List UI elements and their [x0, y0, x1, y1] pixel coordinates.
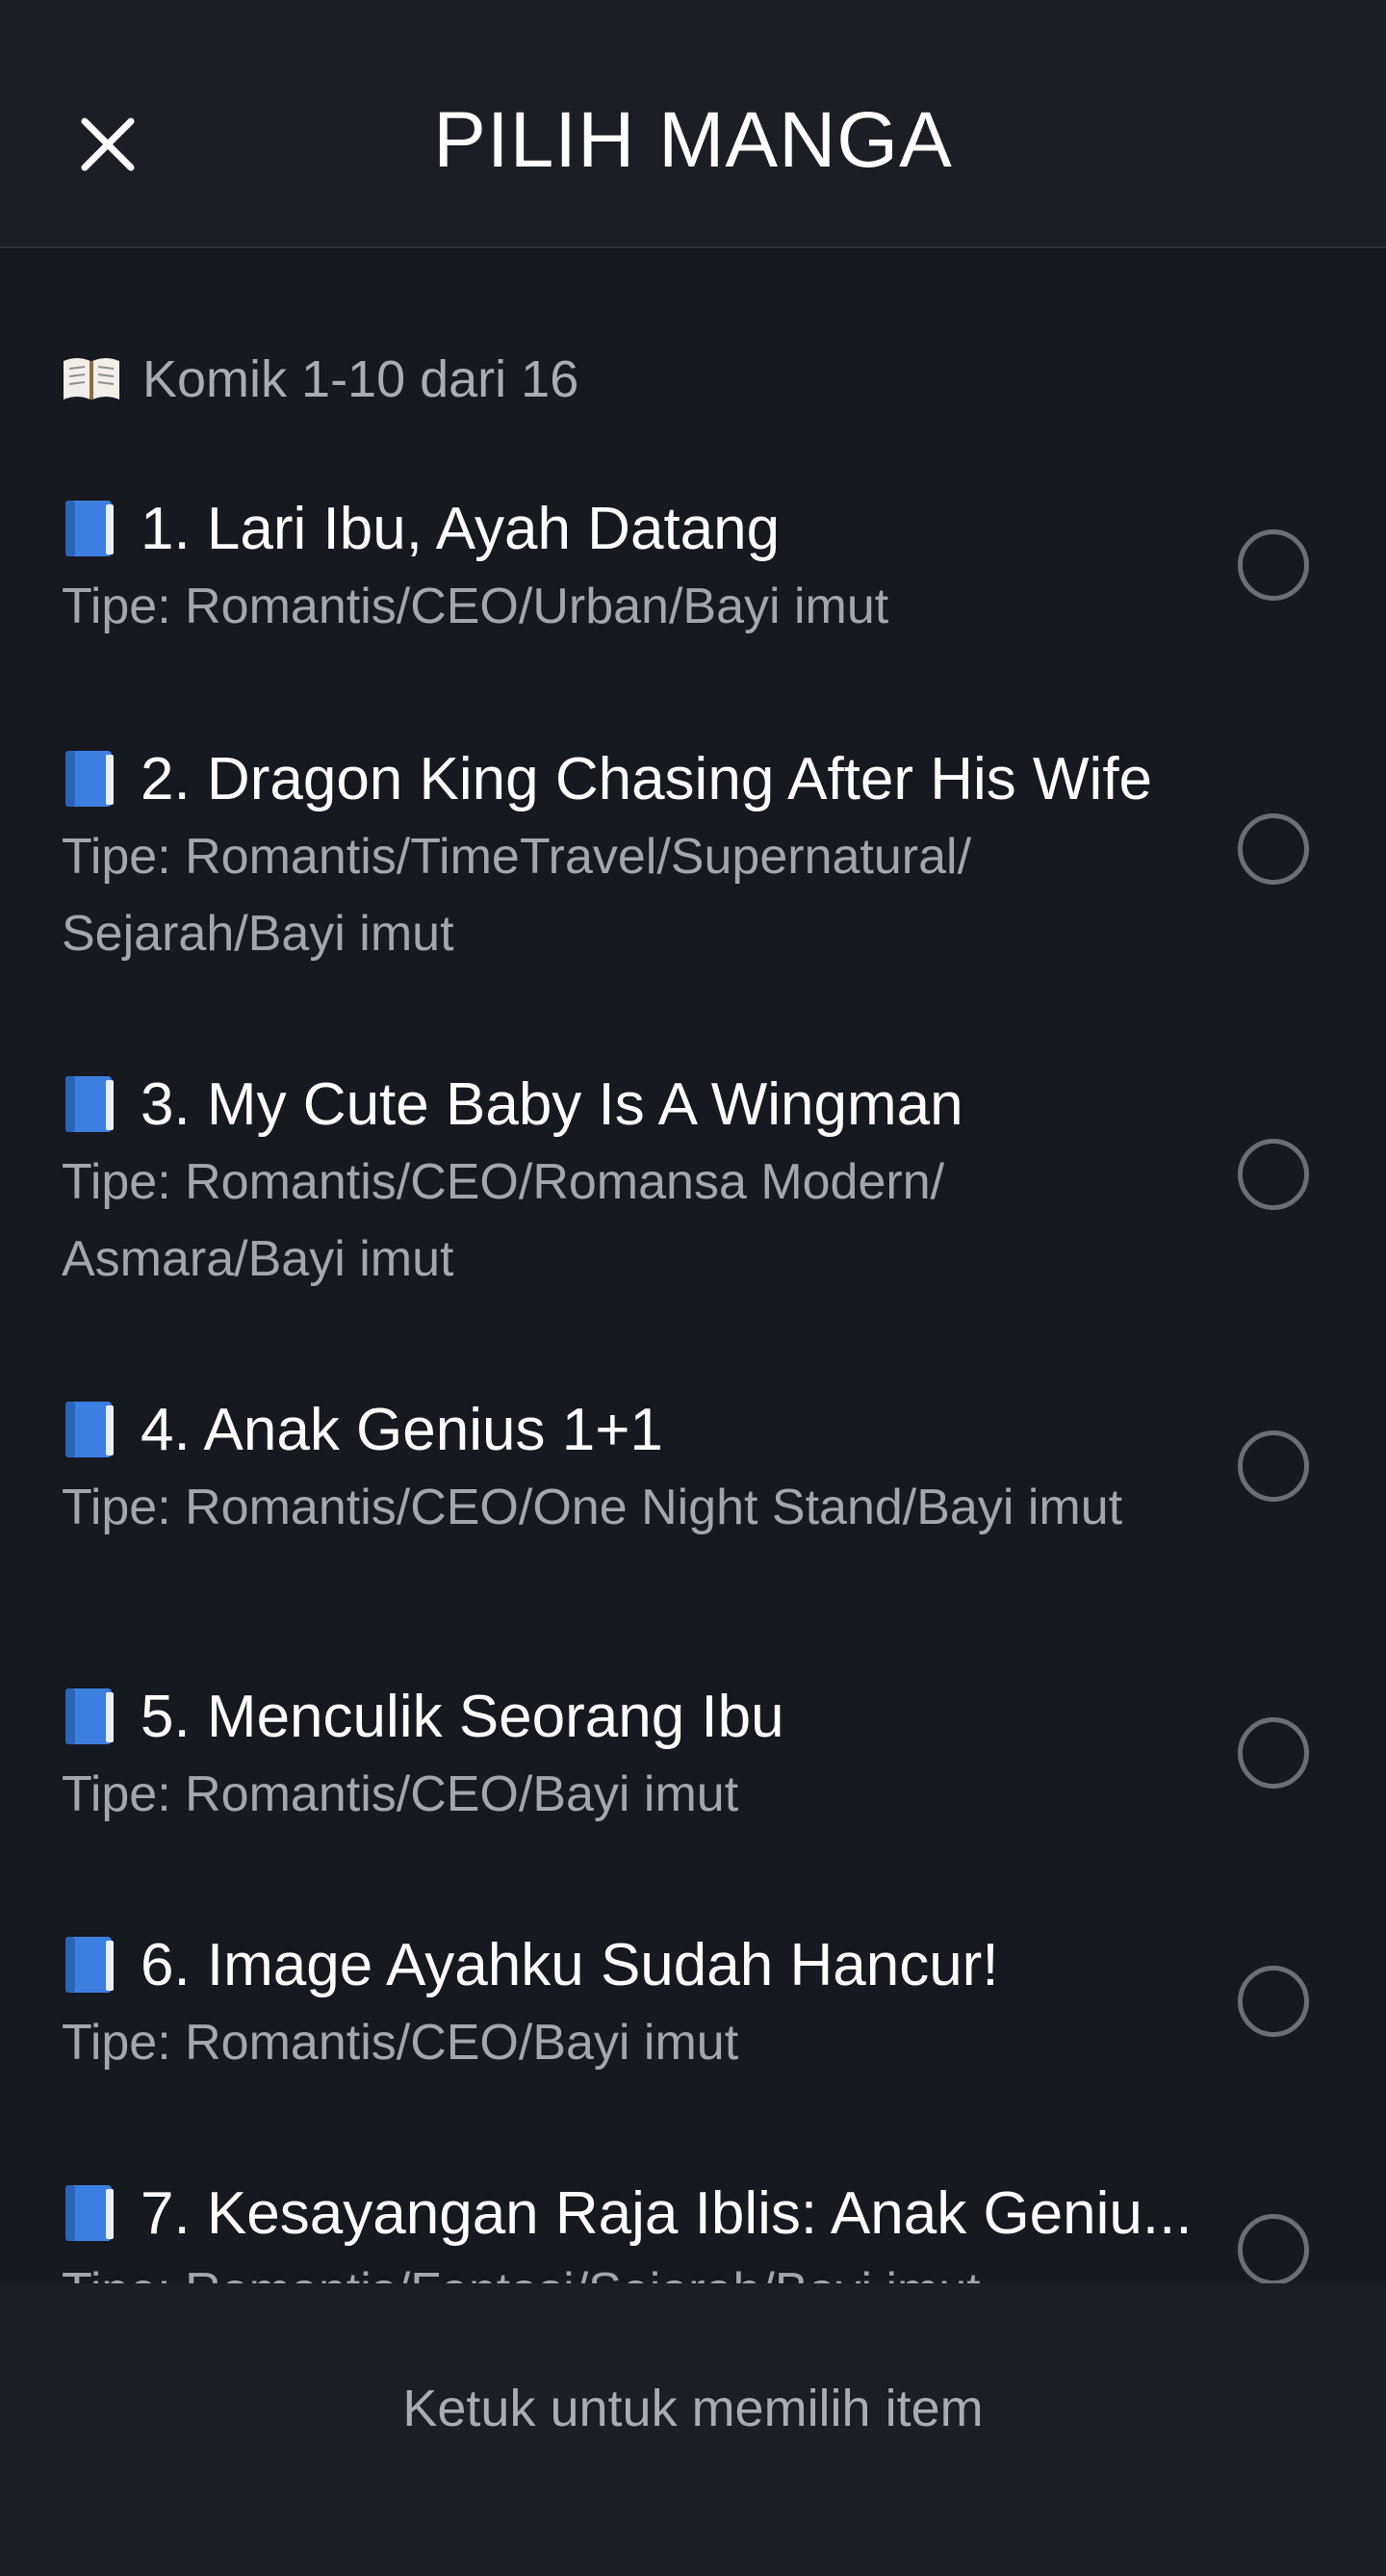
select-radio-button[interactable]: [1238, 2214, 1309, 2283]
item-genre: Tipe: Romantis/CEO/Urban/Bayi imut: [62, 579, 889, 634]
item-title: 5. Menculik Seorang Ibu: [141, 1684, 784, 1750]
list-count-text: Komik 1-10 dari 16: [142, 350, 579, 408]
item-title: 1. Lari Ibu, Ayah Datang: [141, 496, 781, 562]
page-title: PILIH MANGA: [433, 96, 953, 184]
blue-book-icon: [65, 751, 114, 807]
item-genre: Tipe: Romantis/CEO/Bayi imut: [62, 1766, 739, 1822]
select-radio-button[interactable]: [1238, 1139, 1309, 1210]
list-item[interactable]: 6. Image Ayahku Sudah Hancur! Tipe: Roman…: [0, 1927, 1386, 2081]
item-title: 4. Anak Genius 1+1: [141, 1397, 663, 1463]
blue-book-icon: [65, 1402, 114, 1457]
select-radio-button[interactable]: [1238, 1966, 1309, 2037]
list-item[interactable]: 7. Kesayangan Raja Iblis: Anak Geniu... T…: [0, 2176, 1386, 2283]
select-radio-button[interactable]: [1238, 813, 1309, 885]
item-title-row: 5. Menculik Seorang Ibu: [62, 1679, 1194, 1756]
item-title: 3. My Cute Baby Is A Wingman: [141, 1071, 963, 1138]
blue-book-icon: [65, 1076, 114, 1132]
item-title-row: 4. Anak Genius 1+1: [62, 1392, 1194, 1469]
select-radio-button[interactable]: [1238, 529, 1309, 601]
select-radio-button[interactable]: [1238, 1717, 1309, 1789]
item-genre: Tipe: Romantis/CEO/Romansa Modern/ Asmar…: [62, 1154, 945, 1287]
list-count-header: Komik 1-10 dari 16: [62, 345, 578, 414]
list-item[interactable]: 3. My Cute Baby Is A Wingman Tipe: Romant…: [0, 1067, 1386, 1288]
item-title-row: 3. My Cute Baby Is A Wingman: [62, 1067, 1194, 1144]
list-item[interactable]: 4. Anak Genius 1+1 Tipe: Romantis/CEO/One…: [0, 1392, 1386, 1546]
blue-book-icon: [65, 501, 114, 556]
select-radio-button[interactable]: [1238, 1430, 1309, 1502]
bottom-bar: Ketuk untuk memilih item: [0, 2283, 1386, 2576]
manga-list[interactable]: 1. Lari Ibu, Ayah Datang Tipe: Romantis/C…: [0, 452, 1386, 2283]
item-title-row: 6. Image Ayahku Sudah Hancur!: [62, 1927, 1194, 2004]
item-genre: Tipe: Romantis/CEO/One Night Stand/Bayi …: [62, 1480, 1123, 1535]
item-genre: Tipe: Romantis/Fantasi/Sejarah/Bayi imut: [62, 2253, 1194, 2283]
item-title: 6. Image Ayahku Sudah Hancur!: [141, 1932, 999, 1998]
item-genre: Tipe: Romantis/TimeTravel/Supernatural/ …: [62, 829, 972, 962]
item-genre: Tipe: Romantis/CEO/Bayi imut: [62, 2015, 739, 2071]
list-item[interactable]: 1. Lari Ibu, Ayah Datang Tipe: Romantis/C…: [0, 491, 1386, 645]
open-book-icon: [64, 358, 119, 399]
item-title-row: 2. Dragon King Chasing After His Wife: [62, 741, 1194, 818]
item-title-row: 7. Kesayangan Raja Iblis: Anak Geniu...: [62, 2176, 1194, 2253]
item-title-row: 1. Lari Ibu, Ayah Datang: [62, 491, 1194, 568]
blue-book-icon: [65, 2185, 114, 2241]
footer-hint: Ketuk untuk memilih item: [402, 2380, 984, 2437]
list-item[interactable]: 2. Dragon King Chasing After His Wife Tip…: [0, 741, 1386, 963]
blue-book-icon: [65, 1937, 114, 1993]
blue-book-icon: [65, 1688, 114, 1744]
top-bar: PILIH MANGA: [0, 0, 1386, 248]
item-title: 7. Kesayangan Raja Iblis: Anak Geniu...: [141, 2180, 1193, 2247]
item-title: 2. Dragon King Chasing After His Wife: [141, 746, 1153, 812]
list-item[interactable]: 5. Menculik Seorang Ibu Tipe: Romantis/CE…: [0, 1679, 1386, 1833]
